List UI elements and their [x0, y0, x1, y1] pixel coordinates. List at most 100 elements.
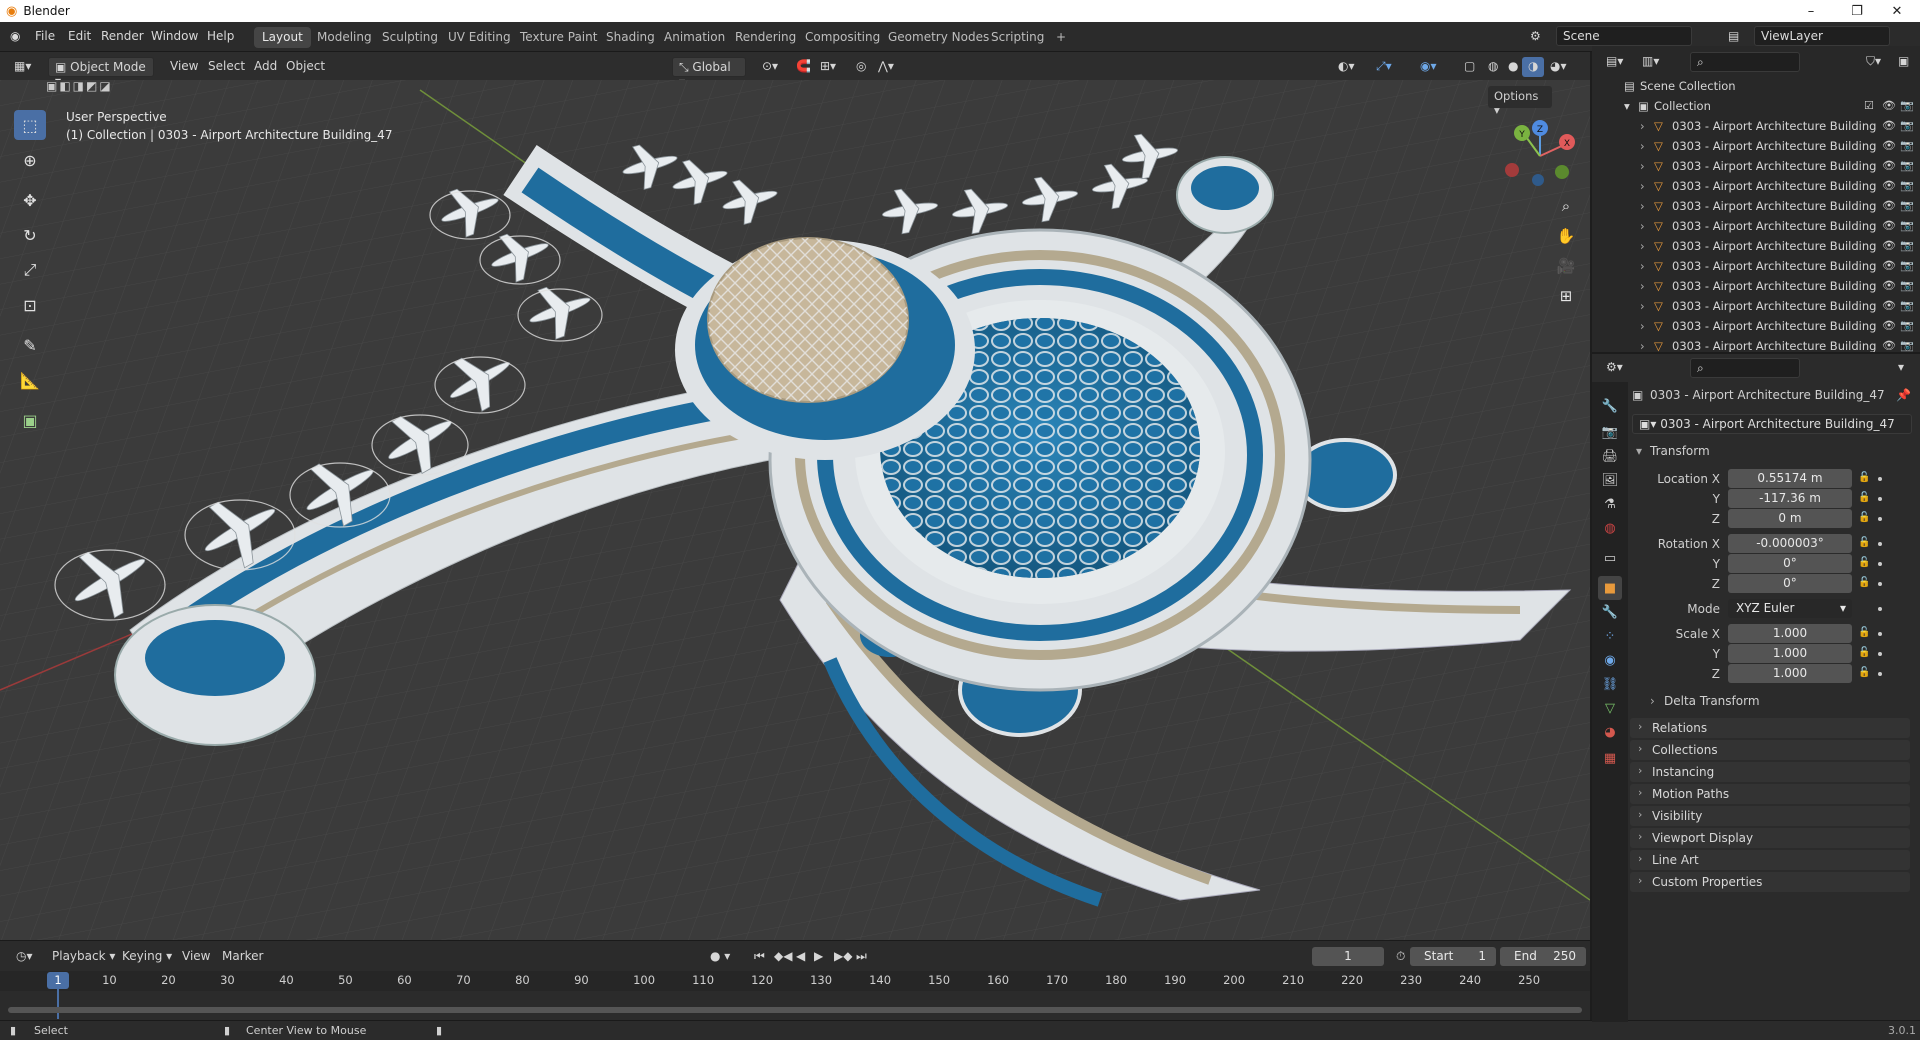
display-mode-icon[interactable]: ▥▾ — [1636, 52, 1665, 72]
visibility-eye-icon[interactable]: 👁 — [1882, 319, 1896, 332]
visibility-eye-icon[interactable]: 👁 — [1882, 119, 1896, 132]
panel-visibility[interactable]: › Visibility — [1630, 806, 1910, 826]
annotate-icon[interactable]: ✎ — [14, 330, 46, 360]
keyframe-dot-icon[interactable] — [1878, 497, 1882, 501]
lock-icon[interactable]: 🔓 — [1858, 557, 1870, 568]
render-camera-icon[interactable]: 📷 — [1900, 199, 1914, 212]
gizmo-toggle-icon[interactable]: ⤢▾ — [1370, 57, 1398, 77]
3d-viewport[interactable]: User Perspective (1) Collection | 0303 -… — [0, 80, 1590, 940]
scale-x-field[interactable]: 1.000 — [1728, 624, 1852, 643]
outliner-object-row[interactable]: › ▽ 0303 - Airport Architecture Building 👁 📷 — [1592, 136, 1920, 156]
texture-tab-icon[interactable]: ▦ — [1598, 746, 1622, 770]
pin-icon[interactable]: 📌 — [1896, 388, 1911, 402]
object-name-field[interactable]: ▣▾ 0303 - Airport Architecture Building_… — [1632, 414, 1912, 434]
measure-icon[interactable]: 📐 — [14, 365, 46, 395]
lock-icon[interactable]: 🔓 — [1858, 667, 1870, 678]
location-x-field[interactable]: 0.55174 m — [1728, 469, 1852, 488]
collapse-icon[interactable]: ▾ — [1624, 99, 1630, 113]
cursor-icon[interactable]: ⊕ — [14, 145, 46, 175]
menu-select[interactable]: Select — [202, 57, 251, 77]
snap-target-icon[interactable]: ⊞▾ — [814, 57, 842, 77]
visibility-eye-icon[interactable]: 👁 — [1882, 99, 1896, 112]
render-camera-icon[interactable]: 📷 — [1900, 239, 1914, 252]
keyframe-dot-icon[interactable] — [1878, 517, 1882, 521]
visibility-eye-icon[interactable]: 👁 — [1882, 299, 1896, 312]
select-box-icon[interactable]: ⬚ — [14, 110, 46, 140]
menu-edit[interactable]: Edit — [68, 29, 91, 43]
tab-scripting[interactable]: Scripting — [983, 27, 1052, 48]
tab-modeling[interactable]: Modeling — [309, 27, 380, 48]
visibility-icon[interactable]: ◐▾ — [1332, 57, 1361, 77]
filter-icon[interactable]: ⛉▾ — [1860, 52, 1887, 72]
transform-panel-header[interactable]: ▾ Transform — [1630, 442, 1910, 462]
render-camera-icon[interactable]: 📷 — [1900, 219, 1914, 232]
render-camera-icon[interactable]: 📷 — [1900, 159, 1914, 172]
visibility-eye-icon[interactable]: 👁 — [1882, 279, 1896, 292]
select-mode-icons[interactable]: ▣◧◨◩◪ — [46, 79, 146, 97]
stopwatch-icon[interactable]: ⏱ — [1390, 947, 1411, 967]
menu-keying[interactable]: Keying ▾ — [116, 947, 178, 967]
expand-icon[interactable]: › — [1640, 199, 1645, 213]
properties-editor-icon[interactable]: ⚙▾ — [1600, 358, 1629, 378]
editor-type-icon[interactable]: ▦▾ — [8, 57, 37, 77]
playhead[interactable]: 1 — [47, 972, 69, 989]
current-frame-field[interactable]: 1 — [1312, 947, 1384, 966]
render-tab-icon[interactable]: 📷 — [1598, 420, 1622, 444]
keyframe-dot-icon[interactable] — [1878, 477, 1882, 481]
render-camera-icon[interactable]: 📷 — [1900, 339, 1914, 352]
tab-animation[interactable]: Animation — [656, 27, 733, 48]
outliner-object-row[interactable]: › ▽ 0303 - Airport Architecture Building 👁 📷 — [1592, 216, 1920, 236]
timeline-scrollbar[interactable] — [8, 1007, 1582, 1013]
modifier-tab-icon[interactable]: 🔧 — [1598, 600, 1622, 624]
minimize-button[interactable]: – — [1788, 0, 1834, 22]
end-frame-field[interactable]: End 250 — [1500, 947, 1586, 966]
tab-sculpting[interactable]: Sculpting — [374, 27, 446, 48]
location-z-field[interactable]: 0 m — [1728, 509, 1852, 528]
tab-shading[interactable]: Shading — [598, 27, 663, 48]
lock-icon[interactable]: 🔓 — [1858, 627, 1870, 638]
tab-compositing[interactable]: Compositing — [797, 27, 888, 48]
view-layer-selector[interactable]: ViewLayer — [1754, 26, 1890, 46]
outliner-object-row[interactable]: › ▽ 0303 - Airport Architecture Building 👁 📷 — [1592, 176, 1920, 196]
lock-icon[interactable]: 🔓 — [1858, 492, 1870, 503]
record-button[interactable]: ● ▾ — [704, 947, 736, 967]
menu-marker[interactable]: Marker — [216, 947, 269, 967]
scene-selector[interactable]: Scene — [1556, 26, 1692, 46]
tab-geometry-nodes[interactable]: Geometry Nodes — [880, 27, 997, 48]
menu-object[interactable]: Object — [280, 57, 331, 77]
panel-relations[interactable]: › Relations — [1630, 718, 1910, 738]
expand-icon[interactable]: › — [1640, 179, 1645, 193]
outliner-object-row[interactable]: › ▽ 0303 - Airport Architecture Building 👁 📷 — [1592, 256, 1920, 276]
world-tab-icon[interactable]: ◍ — [1598, 516, 1622, 540]
expand-icon[interactable]: › — [1640, 159, 1645, 173]
menu-playback[interactable]: Playback ▾ — [46, 947, 121, 967]
outliner-object-row[interactable]: › ▽ 0303 - Airport Architecture Building 👁 📷 — [1592, 276, 1920, 296]
particles-tab-icon[interactable]: ⁘ — [1598, 624, 1622, 648]
add-workspace-button[interactable]: + — [1048, 27, 1074, 48]
material-shading-icon[interactable]: ◑ — [1522, 57, 1545, 77]
jump-end-button[interactable]: ⏭ — [850, 947, 873, 967]
lock-icon[interactable]: 🔓 — [1858, 577, 1870, 588]
pivot-icon[interactable]: ⊙▾ — [756, 57, 784, 77]
keyframe-dot-icon[interactable] — [1878, 632, 1882, 636]
outliner-object-row[interactable]: › ▽ 0303 - Airport Architecture Building 👁 📷 — [1592, 196, 1920, 216]
visibility-eye-icon[interactable]: 👁 — [1882, 199, 1896, 212]
visibility-eye-icon[interactable]: 👁 — [1882, 219, 1896, 232]
outliner-collection[interactable]: ▾ ▣ Collection ☑ 👁 📷 — [1592, 96, 1920, 116]
outliner-object-row[interactable]: › ▽ 0303 - Airport Architecture Building 👁 📷 — [1592, 316, 1920, 336]
pan-hand-icon[interactable]: ✋ — [1552, 222, 1580, 250]
rotation-y-field[interactable]: 0° — [1728, 554, 1852, 573]
visibility-eye-icon[interactable]: 👁 — [1882, 259, 1896, 272]
scale-z-field[interactable]: 1.000 — [1728, 664, 1852, 683]
keyframe-dot-icon[interactable] — [1878, 672, 1882, 676]
lock-icon[interactable]: 🔓 — [1858, 537, 1870, 548]
menu-file[interactable]: File — [35, 29, 55, 43]
snap-icon[interactable]: 🧲 — [790, 57, 817, 77]
render-camera-icon[interactable]: 📷 — [1900, 119, 1914, 132]
start-frame-field[interactable]: Start 1 — [1410, 947, 1496, 966]
scene-tab-icon[interactable]: ⚗ — [1598, 492, 1622, 516]
view-layer-icon[interactable]: ▤ — [1728, 29, 1739, 43]
rotate-icon[interactable]: ↻ — [14, 220, 46, 250]
menu-window[interactable]: Window — [151, 29, 198, 43]
exclude-checkbox[interactable]: ☑ — [1864, 99, 1874, 112]
